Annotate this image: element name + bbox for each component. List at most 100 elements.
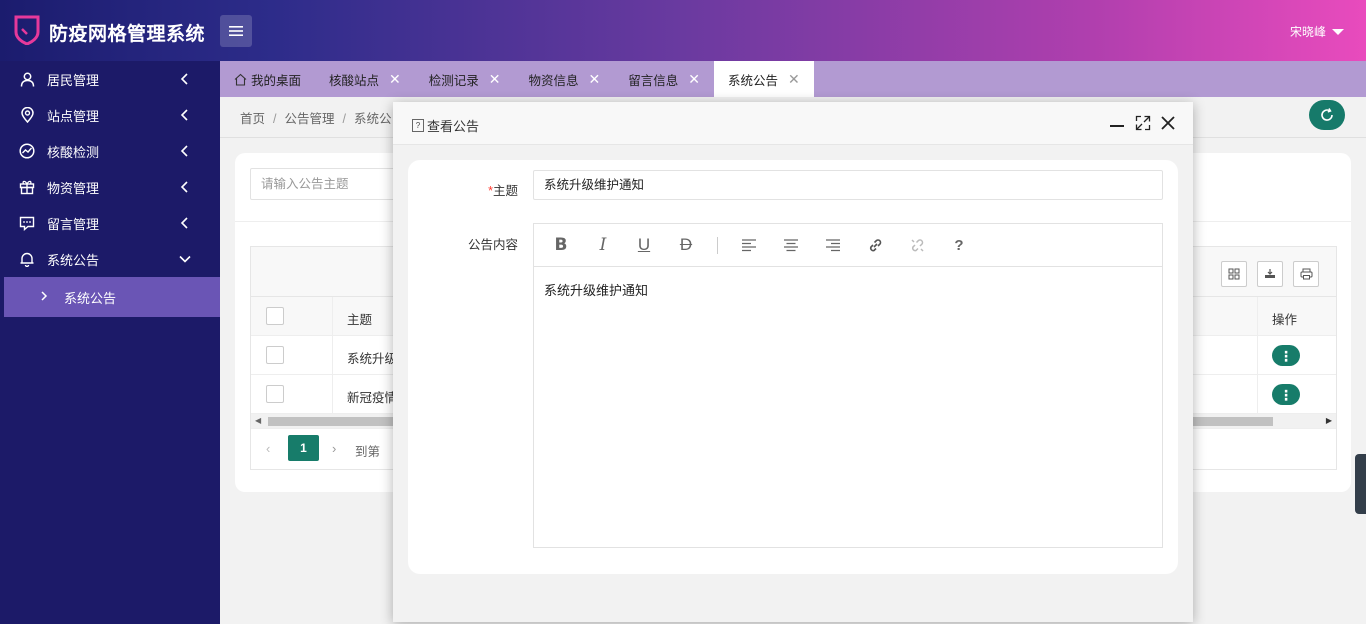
sidebar-subitem-label: 系统公告 [64,290,117,306]
sidebar-item-supplies[interactable]: 物资管理 [0,169,220,205]
row-actions-button[interactable]: ⋮ [1272,345,1300,366]
caret-down-icon [1332,28,1344,35]
tab-messages-info[interactable]: 留言信息 ✕ [614,61,714,97]
chevron-left-icon [180,145,188,157]
next-page-icon[interactable]: › [332,441,336,456]
sidebar-item-label: 居民管理 [47,72,100,88]
sidebar-item-testing[interactable]: 核酸检测 [0,133,220,169]
print-button[interactable] [1293,261,1319,287]
subject-label: *主题 [488,184,518,198]
subject-field[interactable]: 系统升级维护通知 [533,170,1163,200]
print-icon [1300,268,1312,280]
chart-line-icon [19,143,35,159]
top-header: 防疫网格管理系统 宋晓峰 [0,0,1366,61]
refresh-button[interactable] [1309,100,1345,130]
row-title: 系统升级 [347,352,398,366]
dialog-header: ? 查看公告 [393,102,1193,145]
tab-announcements[interactable]: 系统公告 ✕ [714,61,814,97]
tab-test-records[interactable]: 检测记录 ✕ [415,61,515,97]
chevron-left-icon [180,109,188,121]
grid-icon [1228,268,1240,280]
columns-filter-button[interactable] [1221,261,1247,287]
tab-bar: 我的桌面 核酸站点 ✕ 检测记录 ✕ 物资信息 ✕ 留言信息 ✕ 系统公告 ✕ [220,61,1366,97]
hamburger-icon [229,26,243,36]
user-icon [19,71,35,87]
more-vertical-icon: ⋮ [1279,347,1293,364]
shield-logo-icon [14,15,40,45]
search-input[interactable]: 请输入公告主题 [250,168,410,200]
column-header-title: 主题 [347,313,373,327]
home-icon [234,73,247,86]
help-icon[interactable]: ? [949,235,969,255]
prev-page-icon[interactable]: ‹ [266,441,270,456]
row-checkbox[interactable] [266,346,284,364]
goto-page-label: 到第 [355,445,381,459]
bold-icon[interactable]: B [551,235,571,255]
dialog-form: *主题 系统升级维护通知 公告内容 B I U D ? 系统升级维护通知 [408,160,1178,574]
tab-label: 物资信息 [528,73,579,88]
menu-toggle-button[interactable] [220,15,252,47]
align-center-icon[interactable] [781,235,801,255]
sidebar-item-label: 系统公告 [47,252,100,268]
sidebar-subitem-announcements[interactable]: 系统公告 [4,277,220,317]
sidebar-item-announcements[interactable]: 系统公告 [0,241,220,277]
sidebar: 居民管理 站点管理 核酸检测 物资管理 留言管理 系统公告 系统公告 [0,61,220,624]
close-icon[interactable]: ✕ [788,71,800,88]
app-title: 防疫网格管理系统 [49,24,206,45]
close-icon[interactable]: ✕ [389,71,401,88]
strikethrough-icon[interactable]: D [676,235,696,255]
tab-nucleic-sites[interactable]: 核酸站点 ✕ [315,61,415,97]
chevron-right-icon [40,290,48,304]
column-header-actions: 操作 [1272,313,1298,327]
tab-supplies-info[interactable]: 物资信息 ✕ [515,61,615,97]
close-icon[interactable]: ✕ [489,71,501,88]
italic-icon[interactable]: I [593,235,613,255]
export-icon [1265,269,1275,278]
refresh-icon [1321,108,1333,121]
link-icon[interactable] [865,235,885,255]
align-left-icon[interactable] [739,235,759,255]
message-icon [19,215,35,231]
minimize-icon[interactable] [1109,115,1125,131]
chevron-left-icon [180,181,188,193]
breadcrumb-page: 系统公 [354,112,392,126]
breadcrumb-section[interactable]: 公告管理 [285,112,335,126]
side-widget-tab[interactable] [1355,454,1366,514]
row-checkbox[interactable] [266,385,284,403]
current-page[interactable]: 1 [288,435,319,461]
close-icon[interactable]: ✕ [589,71,601,88]
editor-content[interactable]: 系统升级维护通知 [544,280,648,299]
sidebar-item-residents[interactable]: 居民管理 [0,61,220,97]
user-menu[interactable]: 宋晓峰 [1290,23,1344,40]
chevron-left-icon [180,217,188,229]
tab-label: 我的桌面 [251,73,302,88]
sidebar-item-label: 核酸检测 [47,144,100,160]
tab-label: 核酸站点 [329,73,380,88]
content-label: 公告内容 [467,238,518,252]
sidebar-item-sites[interactable]: 站点管理 [0,97,220,133]
rich-text-editor: B I U D ? 系统升级维护通知 [533,223,1163,548]
scroll-right-icon[interactable]: ▶ [1326,416,1332,425]
export-button[interactable] [1257,261,1283,287]
breadcrumb: 首页 / 公告管理 / 系统公 [240,112,392,126]
sidebar-item-label: 物资管理 [47,180,100,196]
bell-icon [19,251,35,267]
view-announcement-dialog: ? 查看公告 *主题 系统升级维护通知 公告内容 B I U D ? 系统升级维… [393,102,1193,622]
tab-label: 系统公告 [728,73,779,88]
close-icon[interactable]: ✕ [688,71,700,88]
underline-icon[interactable]: U [634,235,654,255]
dialog-title-text: 查看公告 [427,119,480,134]
align-right-icon[interactable] [823,235,843,255]
unlink-icon[interactable] [907,235,927,255]
scroll-left-icon[interactable]: ◀ [255,416,261,425]
close-icon[interactable] [1160,115,1176,131]
tab-desktop[interactable]: 我的桌面 [220,61,315,97]
sidebar-item-messages[interactable]: 留言管理 [0,205,220,241]
breadcrumb-home[interactable]: 首页 [240,112,265,126]
row-actions-button[interactable]: ⋮ [1272,384,1300,405]
tab-label: 留言信息 [628,73,679,88]
chevron-left-icon [180,73,188,85]
editor-toolbar: B I U D ? [534,224,1162,267]
maximize-icon[interactable] [1135,115,1151,131]
select-all-checkbox[interactable] [266,307,284,325]
